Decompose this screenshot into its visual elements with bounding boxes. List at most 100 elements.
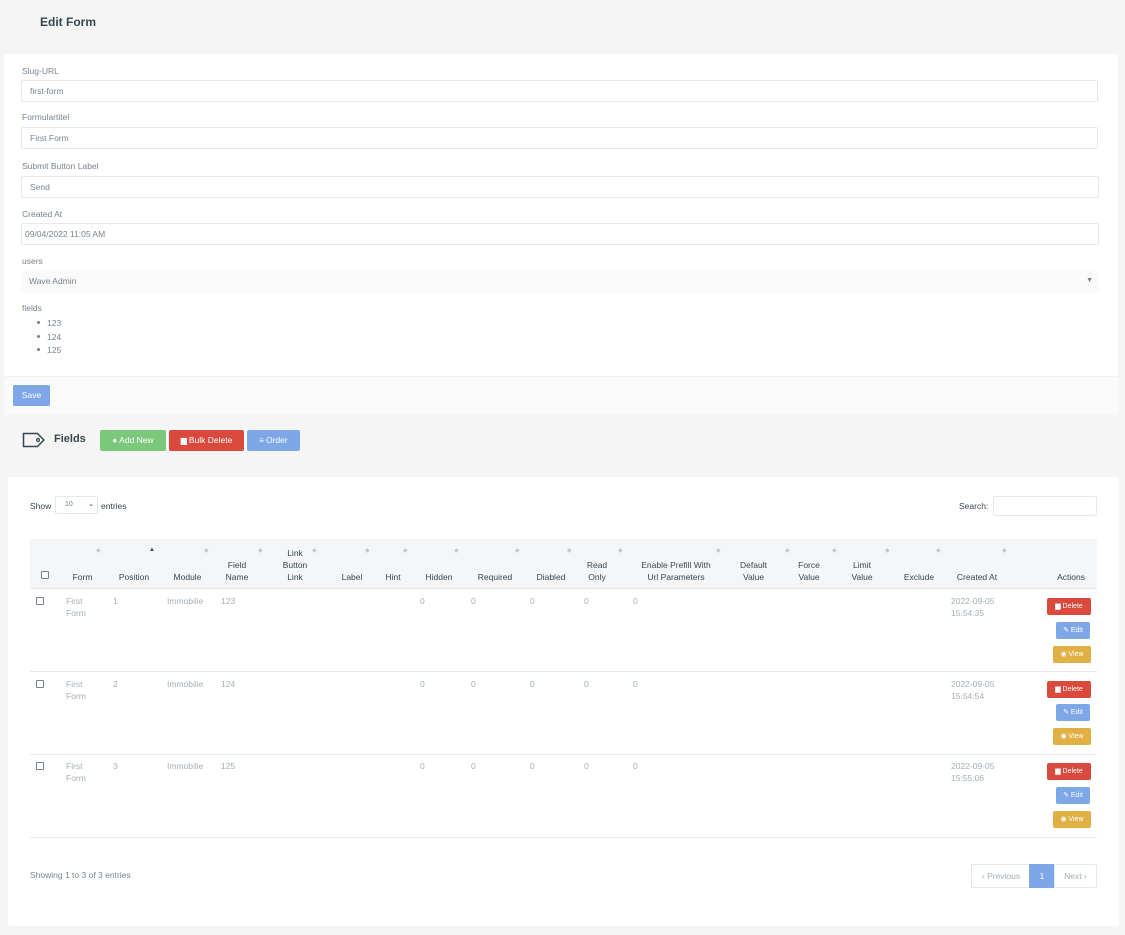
th-field-name[interactable]: Field Name bbox=[222, 559, 252, 583]
delete-button[interactable]: ▆ Delete bbox=[1047, 763, 1091, 780]
list-icon: ≡ bbox=[259, 436, 264, 445]
previous-page-button[interactable]: ‹ Previous bbox=[971, 864, 1031, 888]
previous-label: Previous bbox=[987, 871, 1021, 881]
sort-icon: ◆ bbox=[204, 548, 209, 554]
view-button[interactable]: ◉ View bbox=[1053, 728, 1091, 745]
cell-created-date: 2022-09-05 bbox=[951, 596, 995, 606]
sort-icon: ◆ bbox=[403, 548, 408, 554]
sort-icon: ◆ bbox=[885, 548, 890, 554]
edit-button[interactable]: ✎ Edit bbox=[1056, 622, 1090, 639]
th-enable-prefill[interactable]: Enable Prefill With Url Parameters bbox=[637, 559, 715, 583]
edit-label: Edit bbox=[1070, 709, 1083, 716]
order-label: Order bbox=[265, 435, 288, 445]
search-label: Search: bbox=[959, 501, 989, 511]
trash-icon: ▆ bbox=[1055, 768, 1063, 775]
view-label: View bbox=[1068, 651, 1084, 658]
edit-button[interactable]: ✎ Edit bbox=[1056, 787, 1090, 804]
th-exclude[interactable]: Exclude bbox=[902, 571, 936, 583]
sort-icon: ◆ bbox=[365, 548, 370, 554]
th-label[interactable]: Label bbox=[340, 571, 364, 583]
cell-prefill: 0 bbox=[633, 596, 638, 606]
view-label: View bbox=[1068, 733, 1084, 740]
sort-icon: ◆ bbox=[785, 548, 790, 554]
table-row: First Form 3 Immobilie 125 0 0 0 0 0 202… bbox=[30, 755, 1097, 838]
edit-label: Edit bbox=[1070, 627, 1083, 634]
th-module[interactable]: Module bbox=[171, 571, 204, 583]
bulk-delete-button[interactable]: ▆ Bulk Delete bbox=[169, 430, 244, 451]
delete-button[interactable]: ▆ Delete bbox=[1047, 598, 1091, 615]
page-1-button[interactable]: 1 bbox=[1029, 864, 1055, 888]
th-read-only[interactable]: Read Only bbox=[586, 559, 608, 583]
delete-label: Delete bbox=[1062, 603, 1083, 610]
slug-label: Slug-URL bbox=[22, 66, 59, 76]
th-disabled[interactable]: Diabled bbox=[534, 571, 568, 583]
row-checkbox[interactable] bbox=[36, 597, 44, 605]
table-row: First Form 1 Immobilie 123 0 0 0 0 0 202… bbox=[30, 589, 1097, 672]
show-label: Show bbox=[30, 501, 52, 511]
tag-icon bbox=[22, 432, 45, 448]
save-button[interactable]: Save bbox=[13, 385, 50, 406]
trash-icon: ▆ bbox=[1055, 686, 1063, 693]
sort-icon: ◆ bbox=[832, 548, 837, 554]
users-select[interactable]: Wave Admin ▼ bbox=[21, 271, 1099, 293]
delete-label: Delete bbox=[1062, 768, 1083, 775]
chevron-down-icon: ⌄ bbox=[88, 501, 94, 508]
add-new-label: Add New bbox=[119, 435, 154, 445]
next-page-button[interactable]: Next › bbox=[1054, 864, 1097, 888]
submit-input[interactable]: Send bbox=[21, 176, 1099, 198]
th-created-at[interactable]: Created At bbox=[954, 571, 1000, 583]
edit-button[interactable]: ✎ Edit bbox=[1056, 704, 1090, 721]
th-default-value[interactable]: Default Value bbox=[737, 559, 770, 583]
slug-input[interactable]: first-form bbox=[21, 80, 1098, 102]
th-limit-value[interactable]: Limit Value bbox=[850, 559, 874, 583]
cell-prefill: 0 bbox=[633, 761, 638, 771]
cell-required: 0 bbox=[471, 679, 476, 689]
row-checkbox[interactable] bbox=[36, 680, 44, 688]
edit-icon: ✎ bbox=[1063, 792, 1071, 799]
entries-select[interactable]: 10 ⌄ bbox=[55, 496, 98, 514]
search-input[interactable] bbox=[993, 496, 1097, 516]
th-actions: Actions bbox=[1057, 572, 1085, 582]
th-hint[interactable]: Hint bbox=[383, 571, 403, 583]
trash-icon: ▆ bbox=[1055, 603, 1063, 610]
cell-disabled: 0 bbox=[530, 679, 535, 689]
th-link-button-link[interactable]: Link Button Link bbox=[274, 547, 316, 583]
cell-hidden: 0 bbox=[420, 596, 425, 606]
view-button[interactable]: ◉ View bbox=[1053, 646, 1091, 663]
title-input[interactable]: First Form bbox=[21, 127, 1098, 149]
cell-created-time: 15:54:54 bbox=[951, 691, 985, 701]
cell-position: 2 bbox=[113, 679, 118, 689]
select-all-checkbox[interactable] bbox=[41, 571, 49, 579]
table-info: Showing 1 to 3 of 3 entries bbox=[30, 870, 131, 880]
cell-module: Immobilie bbox=[167, 761, 204, 771]
sort-icon: ◆ bbox=[1002, 548, 1007, 554]
table-row: First Form 2 Immobilie 124 0 0 0 0 0 202… bbox=[30, 672, 1097, 755]
edit-form-panel: Slug-URL first-form Formulartitel First … bbox=[4, 54, 1118, 415]
created-input[interactable]: 09/04/2022 11:05 AM bbox=[21, 223, 1099, 245]
cell-disabled: 0 bbox=[530, 596, 535, 606]
cell-field-name: 125 bbox=[221, 761, 236, 771]
table-header: ◆ Form ▲ Position ◆ Module ◆ Field Name … bbox=[30, 539, 1097, 589]
entries-label: entries bbox=[101, 501, 127, 511]
cell-module: Immobilie bbox=[167, 679, 204, 689]
add-new-button[interactable]: ● Add New bbox=[100, 430, 166, 451]
edit-icon: ✎ bbox=[1063, 627, 1071, 634]
view-button[interactable]: ◉ View bbox=[1053, 811, 1091, 828]
delete-label: Delete bbox=[1062, 686, 1083, 693]
plus-circle-icon: ● bbox=[112, 436, 118, 445]
th-required[interactable]: Required bbox=[475, 571, 515, 583]
cell-required: 0 bbox=[471, 761, 476, 771]
chevron-right-icon: › bbox=[1081, 871, 1087, 881]
next-label: Next bbox=[1064, 871, 1082, 881]
th-form[interactable]: Form bbox=[70, 571, 95, 583]
th-force-value[interactable]: Force Value bbox=[796, 559, 822, 583]
th-position[interactable]: Position bbox=[116, 571, 152, 583]
sort-asc-icon: ▲ bbox=[149, 547, 155, 553]
delete-button[interactable]: ▆ Delete bbox=[1047, 681, 1091, 698]
row-checkbox[interactable] bbox=[36, 762, 44, 770]
th-hidden[interactable]: Hidden bbox=[422, 571, 456, 583]
cell-form: First Form bbox=[66, 679, 86, 701]
order-button[interactable]: ≡ Order bbox=[247, 430, 300, 451]
fields-title: Fields bbox=[54, 433, 86, 445]
list-item: 124 bbox=[34, 332, 61, 346]
